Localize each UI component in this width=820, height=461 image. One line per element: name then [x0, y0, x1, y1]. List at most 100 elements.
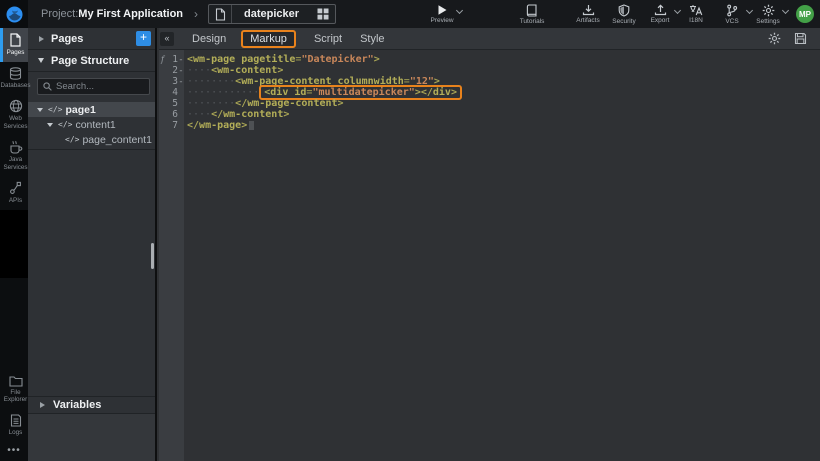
editor-gutter-lines: f1-2-3-4567	[159, 50, 184, 461]
text-cursor	[249, 121, 254, 130]
variables-caret-icon[interactable]	[40, 402, 45, 408]
gutter-line-3[interactable]: 3-	[159, 76, 184, 87]
top-bar: Project:My First Application › datepicke…	[0, 0, 820, 28]
rail-item-web-services[interactable]: Web Services	[0, 94, 28, 135]
panel-collapse-button[interactable]: «	[160, 32, 174, 46]
gutter-line-5[interactable]: 5	[159, 98, 184, 109]
code-line-6[interactable]: ····</wm-content>	[187, 109, 820, 120]
page-file-button[interactable]	[209, 5, 232, 23]
panel-scrollbar[interactable]	[151, 243, 154, 269]
rail-spacer	[0, 278, 28, 370]
rail-label-web-services: Web Services	[3, 115, 27, 130]
pages-icon	[9, 33, 22, 47]
rail-item-apis[interactable]: APIs	[0, 176, 28, 210]
page-structure-label: Page Structure	[51, 55, 129, 67]
search-input[interactable]: Search...	[37, 78, 150, 95]
tree-item-label: page1	[65, 104, 95, 116]
rail-item-databases[interactable]: Databases	[0, 62, 28, 95]
code-line-1[interactable]: <wm-page pagetitle="Datepicker">	[187, 54, 820, 65]
pages-header-row[interactable]: Pages +	[28, 28, 155, 50]
rail-item-logs[interactable]: Logs	[0, 409, 28, 442]
logs-icon	[10, 414, 22, 427]
project-label: Project:	[41, 8, 78, 20]
gutter-line-1[interactable]: f1-	[159, 54, 184, 65]
web-services-icon	[9, 99, 23, 113]
export-button[interactable]: Export	[646, 0, 674, 28]
wavemaker-logo[interactable]	[0, 0, 28, 28]
editor-body: f1-2-3-4567 <wm-page pagetitle="Datepick…	[159, 50, 820, 461]
i18n-label: I18N	[689, 17, 703, 24]
rail-label-file-explorer: File Explorer	[4, 389, 27, 404]
i18n-translate-icon	[689, 4, 703, 16]
artifacts-button[interactable]: Artifacts	[574, 0, 602, 28]
databases-icon	[9, 67, 22, 80]
settings-caret-icon[interactable]	[782, 7, 789, 14]
more-options-icon[interactable]: •••	[0, 441, 28, 461]
rail-label-databases: Databases	[0, 82, 30, 90]
add-page-button[interactable]: +	[136, 31, 151, 46]
tree-item-page-content1[interactable]: </> page_content1	[28, 132, 155, 147]
rail-label-java-services: Java Services	[3, 156, 27, 171]
preview-button[interactable]: Preview	[428, 0, 456, 28]
page-structure-header-row[interactable]: Page Structure	[28, 50, 155, 72]
page-tab-label[interactable]: datepicker	[232, 8, 311, 20]
vcs-caret-icon[interactable]	[746, 7, 753, 14]
i18n-button[interactable]: I18N	[682, 0, 710, 28]
code-token: "multidatepicker"	[312, 87, 414, 98]
settings-label: Settings	[756, 18, 780, 25]
code-token: id	[294, 87, 306, 98]
gutter-line-2[interactable]: 2-	[159, 65, 184, 76]
project-breadcrumb: Project:My First Application	[41, 8, 183, 20]
code-line-5[interactable]: ········</wm-page-content>	[187, 98, 820, 109]
editor-code-lines[interactable]: <wm-page pagetitle="Datepicker">····<wm-…	[184, 50, 820, 461]
java-services-icon	[9, 140, 23, 154]
security-button[interactable]: Security	[610, 0, 638, 28]
tree-item-page1[interactable]: </> page1	[28, 102, 155, 117]
vcs-button[interactable]: VCS	[718, 0, 746, 28]
tutorials-book-icon	[526, 4, 538, 17]
tab-script[interactable]: Script	[314, 33, 342, 45]
gutter-line-4[interactable]: 4	[159, 87, 184, 98]
pages-header-label: Pages	[51, 33, 83, 45]
code-token: </	[187, 120, 199, 131]
code-line-7[interactable]: </wm-page>	[187, 120, 820, 131]
tab-style[interactable]: Style	[360, 33, 384, 45]
code-token: wm-page-content	[247, 98, 337, 109]
settings-button[interactable]: Settings	[754, 0, 782, 28]
tree-item-content1[interactable]: </> content1	[28, 117, 155, 132]
markup-settings-gear-icon[interactable]	[768, 32, 781, 45]
page-grid-button[interactable]	[311, 5, 335, 23]
rail-label-apis: APIs	[9, 197, 22, 205]
preview-caret-icon[interactable]	[456, 7, 463, 14]
rail-item-file-explorer[interactable]: File Explorer	[0, 370, 28, 409]
page-tab[interactable]: datepicker	[208, 4, 336, 24]
editor-area: « Design Markup Script Style f1-2-3-4567…	[159, 28, 820, 461]
gutter-line-7[interactable]: 7	[159, 120, 184, 131]
tree-caret-icon[interactable]	[47, 123, 53, 127]
variables-header-row[interactable]: Variables	[28, 396, 155, 414]
code-line-2[interactable]: ····<wm-content>	[187, 65, 820, 76]
page-structure-caret-icon[interactable]	[38, 58, 44, 63]
tab-markup[interactable]: Markup	[241, 30, 296, 48]
indent-whitespace: ····	[187, 109, 211, 120]
code-line-4[interactable]: ············<div id="multidatepicker"></…	[187, 87, 820, 98]
file-icon	[215, 8, 226, 21]
gutter-line-6[interactable]: 6	[159, 109, 184, 120]
apis-icon	[9, 181, 22, 195]
rail-item-java-services[interactable]: Java Services	[0, 135, 28, 176]
code-token: >	[338, 98, 344, 109]
rail-item-pages[interactable]: Pages	[0, 28, 28, 62]
tutorials-button[interactable]: Tutorials	[518, 0, 546, 28]
tab-design[interactable]: Design	[192, 33, 226, 45]
save-icon[interactable]	[794, 32, 807, 45]
code-token: </	[235, 98, 247, 109]
indent-whitespace: ············	[187, 87, 259, 98]
code-token: wm-content	[217, 65, 277, 76]
export-caret-icon[interactable]	[674, 7, 681, 14]
pages-caret-icon[interactable]	[39, 36, 44, 42]
tree-caret-icon[interactable]	[37, 108, 43, 112]
search-icon	[43, 82, 52, 91]
user-avatar[interactable]: MP	[796, 5, 814, 23]
editor-tab-bar: « Design Markup Script Style	[159, 28, 820, 50]
export-upload-icon	[654, 4, 667, 16]
